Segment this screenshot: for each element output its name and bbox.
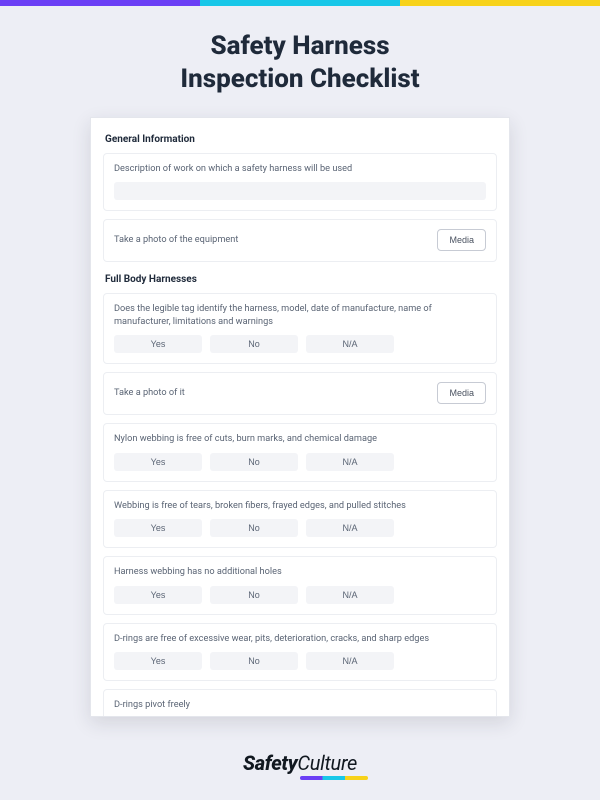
option-yes[interactable]: Yes — [114, 335, 202, 353]
option-na[interactable]: N/A — [306, 335, 394, 353]
question-webbing-tears: Webbing is free of tears, broken fibers,… — [103, 490, 497, 548]
media-button[interactable]: Media — [437, 229, 486, 251]
option-no[interactable]: No — [210, 335, 298, 353]
title-line-2: Inspection Checklist — [180, 64, 419, 94]
question-description-of-work: Description of work on which a safety ha… — [103, 153, 497, 211]
option-yes[interactable]: Yes — [114, 652, 202, 670]
question-photo-it: Take a photo of it Media — [103, 372, 497, 415]
option-yes[interactable]: Yes — [114, 453, 202, 471]
option-na[interactable]: N/A — [306, 519, 394, 537]
accent-segment-purple — [0, 0, 200, 6]
option-yes[interactable]: Yes — [114, 519, 202, 537]
media-button[interactable]: Media — [437, 382, 486, 404]
question-drings-pivot: D-rings pivot freely Yes No N/A — [103, 689, 497, 717]
option-no[interactable]: No — [210, 519, 298, 537]
brand-logo: SafetyCulture — [0, 751, 600, 780]
title-line-1: Safety Harness — [210, 31, 389, 61]
brand-part-2: Culture — [297, 751, 357, 775]
question-tag-identify: Does the legible tag identify the harnes… — [103, 293, 497, 364]
option-na[interactable]: N/A — [306, 586, 394, 604]
description-input[interactable] — [114, 182, 486, 200]
option-yes[interactable]: Yes — [114, 586, 202, 604]
question-text: Take a photo of the equipment — [114, 234, 238, 246]
option-row: Yes No N/A — [114, 453, 486, 471]
option-row: Yes No N/A — [114, 335, 486, 353]
question-drings-wear: D-rings are free of excessive wear, pits… — [103, 623, 497, 681]
question-text: Nylon webbing is free of cuts, burn mark… — [114, 433, 486, 445]
question-nylon-webbing: Nylon webbing is free of cuts, burn mark… — [103, 423, 497, 481]
accent-segment-cyan — [200, 0, 400, 6]
question-text: Does the legible tag identify the harnes… — [114, 303, 486, 328]
section-heading-harnesses: Full Body Harnesses — [103, 270, 497, 293]
option-no[interactable]: No — [210, 453, 298, 471]
brand-underline — [300, 776, 368, 780]
section-heading-general: General Information — [103, 130, 497, 153]
option-row: Yes No N/A — [114, 652, 486, 670]
question-text: Webbing is free of tears, broken fibers,… — [114, 500, 486, 512]
question-text: Description of work on which a safety ha… — [114, 163, 486, 175]
option-row: Yes No N/A — [114, 586, 486, 604]
question-photo-equipment: Take a photo of the equipment Media — [103, 219, 497, 262]
question-additional-holes: Harness webbing has no additional holes … — [103, 556, 497, 614]
option-no[interactable]: No — [210, 586, 298, 604]
brand-part-1: Safety — [243, 751, 297, 775]
accent-top-bar — [0, 0, 600, 6]
option-no[interactable]: No — [210, 652, 298, 670]
question-text: Harness webbing has no additional holes — [114, 566, 486, 578]
option-na[interactable]: N/A — [306, 453, 394, 471]
checklist-card: General Information Description of work … — [90, 117, 510, 717]
option-na[interactable]: N/A — [306, 652, 394, 670]
question-text: Take a photo of it — [114, 387, 185, 399]
accent-segment-yellow — [400, 0, 600, 6]
question-text: D-rings pivot freely — [114, 699, 486, 711]
page-title: Safety Harness Inspection Checklist — [0, 30, 600, 95]
option-row: Yes No N/A — [114, 519, 486, 537]
question-text: D-rings are free of excessive wear, pits… — [114, 633, 486, 645]
